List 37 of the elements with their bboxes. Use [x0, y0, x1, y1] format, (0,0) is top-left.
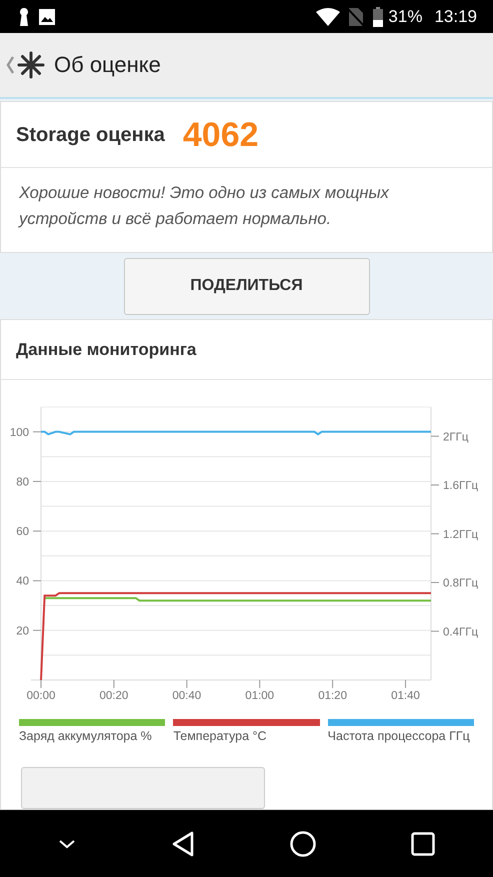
x-tick-label: 00:40: [172, 690, 202, 702]
recent-apps-icon[interactable]: [411, 832, 436, 856]
screen-title: Об оценке: [54, 52, 161, 78]
score-label: Storage оценка: [16, 124, 165, 147]
y-tick-label: 0.8ГГц: [443, 578, 478, 590]
y-tick-label: 1.6ГГц: [443, 480, 478, 492]
legend-label: Температура °C: [173, 729, 268, 743]
y-tick-label: 40: [16, 576, 29, 588]
y-tick-label: 100: [10, 426, 29, 439]
x-tick-label: 01:40: [391, 690, 420, 702]
share-button[interactable]: ПОДЕЛИТЬСЯ: [124, 258, 370, 314]
monitoring-title: Данные мониторинга: [1, 320, 492, 380]
y-tick-label: 60: [16, 526, 29, 538]
legend-label: Частота процессора ГГц: [328, 729, 471, 743]
no-sim-icon: [348, 6, 364, 26]
y-tick-label: 0.4ГГц: [443, 626, 478, 638]
legend-label: Заряд аккумулятора %: [19, 729, 153, 743]
home-icon[interactable]: [290, 830, 316, 856]
y-tick-label: 1.2ГГц: [443, 528, 478, 541]
x-tick-label: 01:20: [318, 690, 347, 702]
clock: 13:19: [434, 6, 477, 26]
chevron-down-icon[interactable]: [58, 838, 76, 848]
keyhole-icon: [18, 6, 30, 26]
wifi-icon: [316, 8, 340, 26]
score-value: 4062: [182, 116, 259, 155]
result-message: Хорошие новости! Это одно из самых мощных устройств и всё работает нормально.: [17, 183, 390, 230]
image-icon: [38, 8, 56, 26]
x-tick-label: 00:20: [100, 690, 128, 702]
snowflake-icon: [16, 50, 46, 80]
y-tick-label: 20: [16, 625, 29, 638]
x-tick-label: 01:00: [245, 690, 274, 702]
battery-percent: 31%: [388, 6, 422, 26]
y-tick-label: 80: [16, 476, 29, 488]
battery-icon: [372, 6, 384, 26]
back-icon[interactable]: [170, 830, 195, 856]
y-tick-label: 2ГГц: [443, 431, 468, 444]
x-tick-label: 00:00: [26, 690, 56, 702]
